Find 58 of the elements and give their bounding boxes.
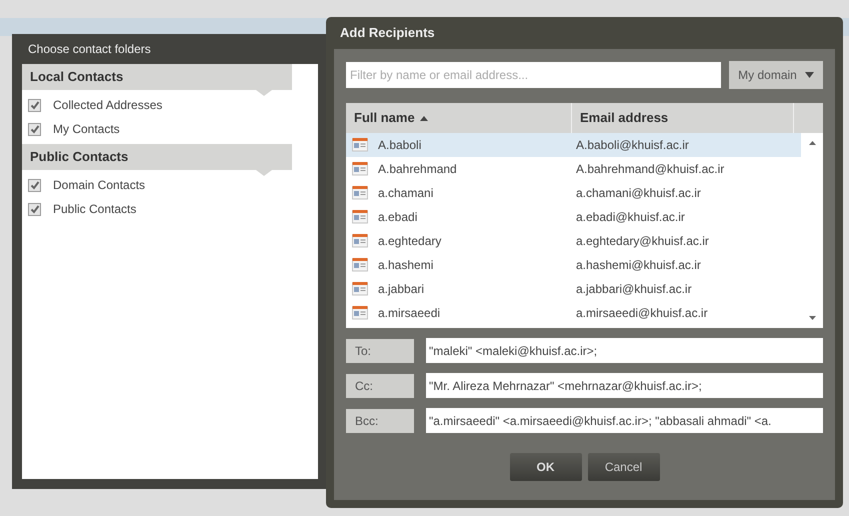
folder-label: Collected Addresses (53, 97, 162, 114)
recipient-type-button[interactable]: To: (346, 338, 414, 362)
contact-name: A.baboli (378, 137, 422, 154)
scroll-up-icon (808, 141, 816, 145)
folder-label: Public Contacts (53, 201, 136, 218)
contact-row[interactable]: A.bahrehmand A.bahrehmand@khuisf.ac.ir (346, 157, 801, 181)
contact-name: a.chamani (378, 185, 434, 202)
contact-row[interactable]: a.jabbari a.jabbari@khuisf.ac.ir (346, 277, 801, 301)
contact-name: a.ebadi (378, 209, 418, 226)
contact-email: a.jabbari@khuisf.ac.ir (575, 281, 692, 298)
contact-name: A.bahrehmand (378, 161, 457, 178)
contact-name: a.hashemi (378, 257, 434, 274)
contact-card-icon (352, 234, 368, 248)
dialog-button[interactable]: Cancel (588, 453, 660, 481)
scope-dropdown[interactable]: My domain (729, 61, 823, 89)
checkbox[interactable] (28, 98, 41, 112)
filter-field[interactable]: Filter by name or email address... (346, 62, 721, 88)
recipient-field[interactable]: "maleki" <maleki@khuisf.ac.ir>; (426, 338, 823, 363)
contact-row[interactable]: A.baboli A.baboli@khuisf.ac.ir (346, 133, 801, 157)
contact-email: a.ebadi@khuisf.ac.ir (575, 209, 685, 226)
folder-label: Domain Contacts (53, 177, 146, 194)
checkbox[interactable] (28, 178, 41, 192)
contact-email: a.hashemi@khuisf.ac.ir (575, 257, 701, 274)
contact-email: A.baboli@khuisf.ac.ir (575, 137, 689, 154)
contact-card-icon (352, 210, 368, 224)
contact-row[interactable]: a.mirsaeedi a.mirsaeedi@khuisf.ac.ir (346, 301, 801, 325)
sort-ascending-icon (420, 116, 428, 120)
contact-row[interactable]: a.ebadi a.ebadi@khuisf.ac.ir (346, 205, 801, 229)
contact-card-icon (352, 162, 368, 176)
contact-card-icon (352, 306, 368, 320)
contact-card-icon (352, 258, 368, 272)
notch-icon (256, 90, 272, 96)
contact-name: a.mirsaeedi (378, 305, 440, 322)
contact-card-icon (352, 186, 368, 200)
contact-card-icon (352, 282, 368, 296)
contact-row[interactable]: a.eghtedary a.eghtedary@khuisf.ac.ir (346, 229, 801, 253)
contact-name: a.eghtedary (378, 233, 442, 250)
dialog-title: Add Recipients (339, 24, 436, 42)
scroll-down-icon (808, 316, 816, 320)
contact-card-icon (352, 138, 368, 152)
contact-email: A.bahrehmand@khuisf.ac.ir (575, 161, 724, 178)
panel-title: Choose contact folders (27, 41, 152, 58)
dialog-button[interactable]: OK (510, 453, 582, 481)
recipient-type-button[interactable]: Bcc: (346, 408, 414, 432)
contact-email: a.mirsaeedi@khuisf.ac.ir (575, 305, 708, 322)
contact-name: a.jabbari (378, 281, 424, 298)
checkbox[interactable] (28, 122, 41, 136)
contact-email: a.chamani@khuisf.ac.ir (575, 185, 701, 202)
notch-icon (256, 170, 272, 176)
contact-row[interactable]: a.chamani a.chamani@khuisf.ac.ir (346, 181, 801, 205)
checkbox[interactable] (28, 202, 41, 216)
contact-row[interactable]: a.hashemi a.hashemi@khuisf.ac.ir (346, 253, 801, 277)
caret-icon (804, 72, 814, 78)
folder-label: My Contacts (53, 121, 120, 138)
recipient-type-button[interactable]: Cc: (346, 374, 414, 398)
recipient-field[interactable]: "a.mirsaeedi" <a.mirsaeedi@khuisf.ac.ir>; "abbasali ahmadi" <a. (426, 408, 823, 433)
contact-email: a.eghtedary@khuisf.ac.ir (575, 233, 709, 250)
recipient-field[interactable]: "Mr. Alireza Mehrnazar" <mehrnazar@khuisf.ac.ir>; (426, 373, 823, 398)
